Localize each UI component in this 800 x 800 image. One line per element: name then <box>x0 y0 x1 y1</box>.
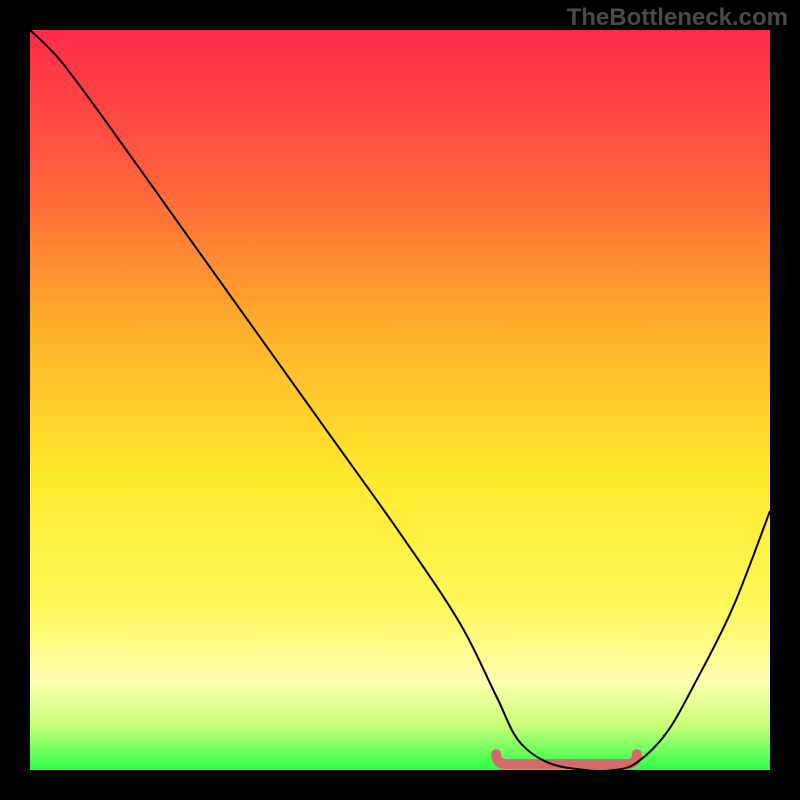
gradient-background <box>30 30 770 770</box>
watermark-text: TheBottleneck.com <box>567 4 788 32</box>
chart-plot-area <box>30 30 770 770</box>
bottleneck-chart <box>30 30 770 770</box>
